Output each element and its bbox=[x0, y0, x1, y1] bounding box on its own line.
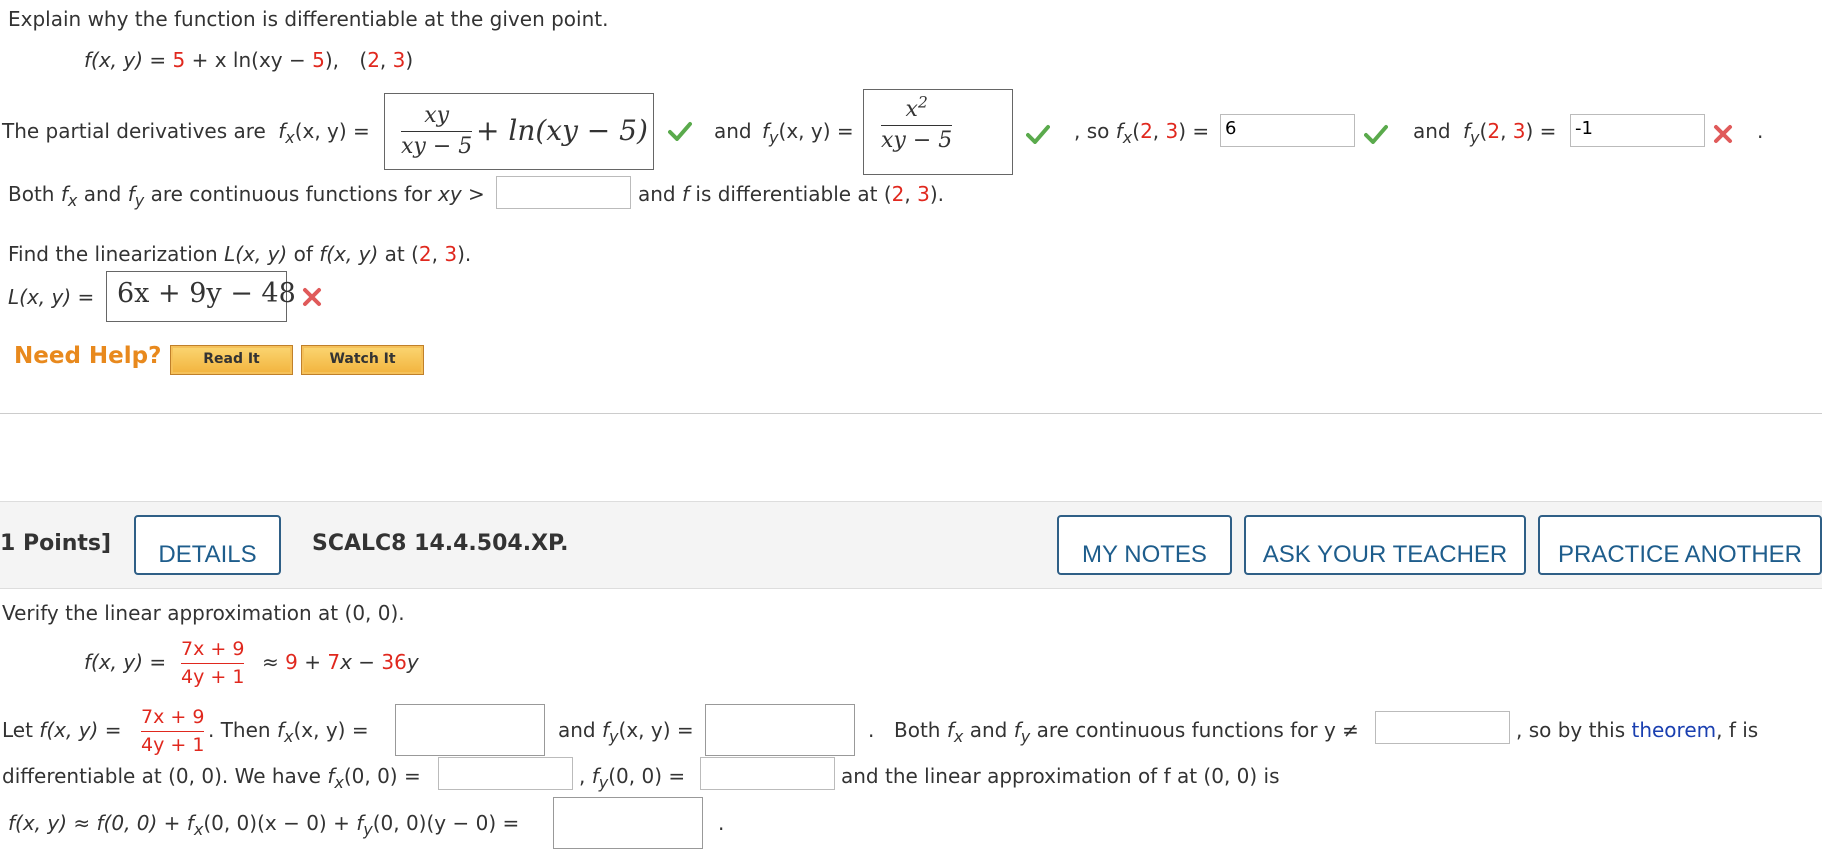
practice-another-button[interactable]: PRACTICE ANOTHER bbox=[1538, 515, 1822, 575]
xy-threshold-input[interactable] bbox=[496, 176, 631, 209]
fx-correct-check-icon bbox=[668, 122, 692, 141]
q2-approx-rhs: ≈ 9 + 7x − 36y bbox=[262, 650, 419, 674]
fx23-input[interactable]: 6 bbox=[1220, 114, 1355, 147]
q2-fx-input[interactable] bbox=[395, 704, 545, 756]
q2-approx-lhs: f(x, y) = bbox=[84, 650, 167, 674]
ask-your-teacher-button[interactable]: ASK YOUR TEACHER bbox=[1244, 515, 1526, 575]
L-label: L(x, y) = bbox=[8, 285, 95, 309]
q2-dot: . bbox=[868, 718, 875, 742]
watch-it-button[interactable]: Watch It bbox=[301, 345, 424, 375]
need-help-label: Need Help? bbox=[14, 343, 162, 369]
y-exclusion-input[interactable] bbox=[1375, 711, 1510, 744]
fy-correct-check-icon bbox=[1026, 125, 1050, 144]
linearization-incorrect-cross-icon bbox=[303, 288, 321, 306]
fx-answer-box[interactable]: xy xy − 5 + ln(xy − 5) bbox=[384, 93, 654, 170]
points-label: 1 Points] bbox=[0, 531, 112, 556]
q2-fy-input[interactable] bbox=[705, 704, 855, 756]
fy23-incorrect-cross-icon bbox=[1714, 125, 1732, 143]
q2-continuity-text: Both fx and fy are continuous functions … bbox=[894, 718, 1359, 746]
then-fx-label: . Then fx(x, y) = bbox=[208, 718, 369, 746]
partials-intro: The partial derivatives are fx(x, y) = bbox=[2, 119, 370, 147]
linearization-answer-box[interactable]: 6x + 9y − 48 bbox=[106, 271, 296, 322]
q2-fy-label: and fy(x, y) = bbox=[558, 718, 694, 746]
q1-prompt: Explain why the function is differentiab… bbox=[8, 7, 609, 31]
section-divider bbox=[0, 413, 1822, 414]
differentiable-text: and f is differentiable at (2, 3). bbox=[638, 182, 945, 206]
q2-approx-fraction: 7x + 9 4y + 1 bbox=[181, 638, 245, 688]
final-dot: . bbox=[718, 811, 725, 835]
lin-approx-text: and the linear approximation of f at (0,… bbox=[841, 764, 1280, 788]
fy-answer-box[interactable]: x2 xy − 5 bbox=[863, 89, 1013, 175]
q2-diff-text: differentiable at (0, 0). We have fx(0, … bbox=[2, 764, 421, 792]
let-text: Let f(x, y) = bbox=[2, 718, 122, 742]
fx23-label: , so fx(2, 3) = bbox=[1074, 119, 1210, 147]
final-approx-input[interactable] bbox=[553, 797, 703, 849]
q2-prompt: Verify the linear approximation at (0, 0… bbox=[2, 601, 405, 625]
let-fraction: 7x + 9 4y + 1 bbox=[141, 706, 205, 756]
fy00-input[interactable] bbox=[700, 757, 835, 790]
fx00-input[interactable] bbox=[438, 757, 573, 790]
partials-period: . bbox=[1757, 119, 1764, 143]
theorem-link[interactable]: theorem bbox=[1631, 718, 1716, 742]
fy-label: and fy(x, y) = bbox=[714, 119, 854, 147]
fy00-label: , fy(0, 0) = bbox=[579, 764, 686, 792]
final-approx-text: f(x, y) ≈ f(0, 0) + fx(0, 0)(x − 0) + fy… bbox=[8, 811, 520, 839]
fx23-correct-check-icon bbox=[1364, 125, 1388, 144]
theorem-text: , so by this theorem, f is bbox=[1516, 718, 1759, 742]
read-it-button[interactable]: Read It bbox=[170, 345, 293, 375]
fy23-input[interactable]: -1 bbox=[1570, 114, 1705, 147]
q1-function: f(x, y) = 5 + x ln(xy − 5), (2, 3) bbox=[84, 48, 414, 72]
question-code: SCALC8 14.4.504.XP. bbox=[312, 531, 569, 556]
continuity-text: Both fx and fy are continuous functions … bbox=[8, 182, 485, 210]
fy23-label: and fy(2, 3) = bbox=[1413, 119, 1557, 147]
details-button[interactable]: DETAILS bbox=[134, 515, 281, 575]
my-notes-button[interactable]: MY NOTES bbox=[1057, 515, 1232, 575]
linearization-prompt: Find the linearization L(x, y) of f(x, y… bbox=[8, 242, 472, 266]
